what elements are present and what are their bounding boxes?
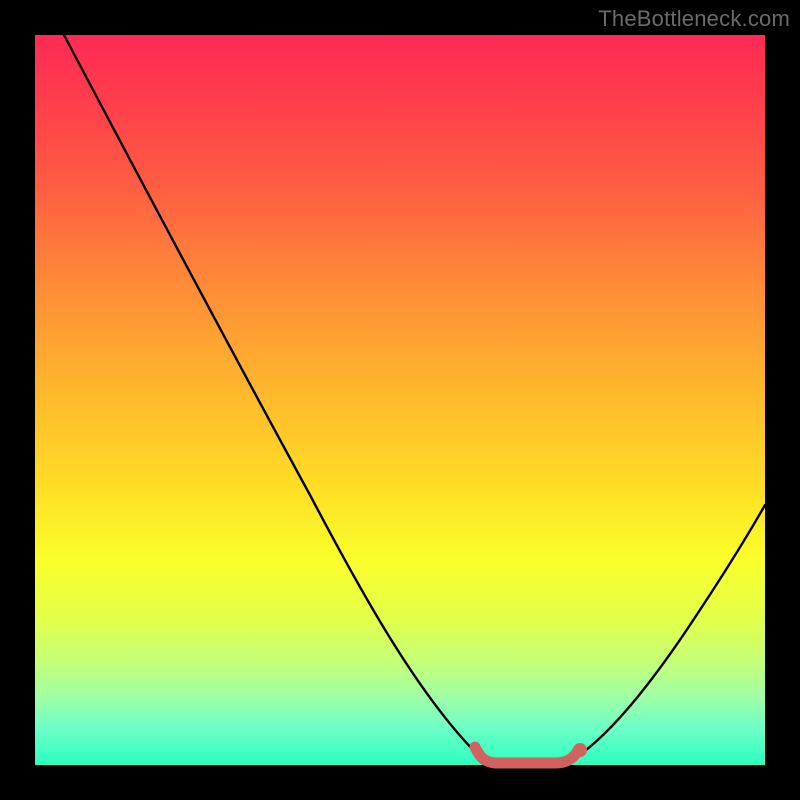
valley-end-dot-icon	[573, 743, 587, 757]
chart-overlay-svg	[0, 0, 800, 800]
valley-highlight-marker	[475, 747, 577, 763]
chart-frame: TheBottleneck.com	[0, 0, 800, 800]
watermark-label: TheBottleneck.com	[598, 6, 790, 32]
bottleneck-curve	[64, 35, 765, 765]
